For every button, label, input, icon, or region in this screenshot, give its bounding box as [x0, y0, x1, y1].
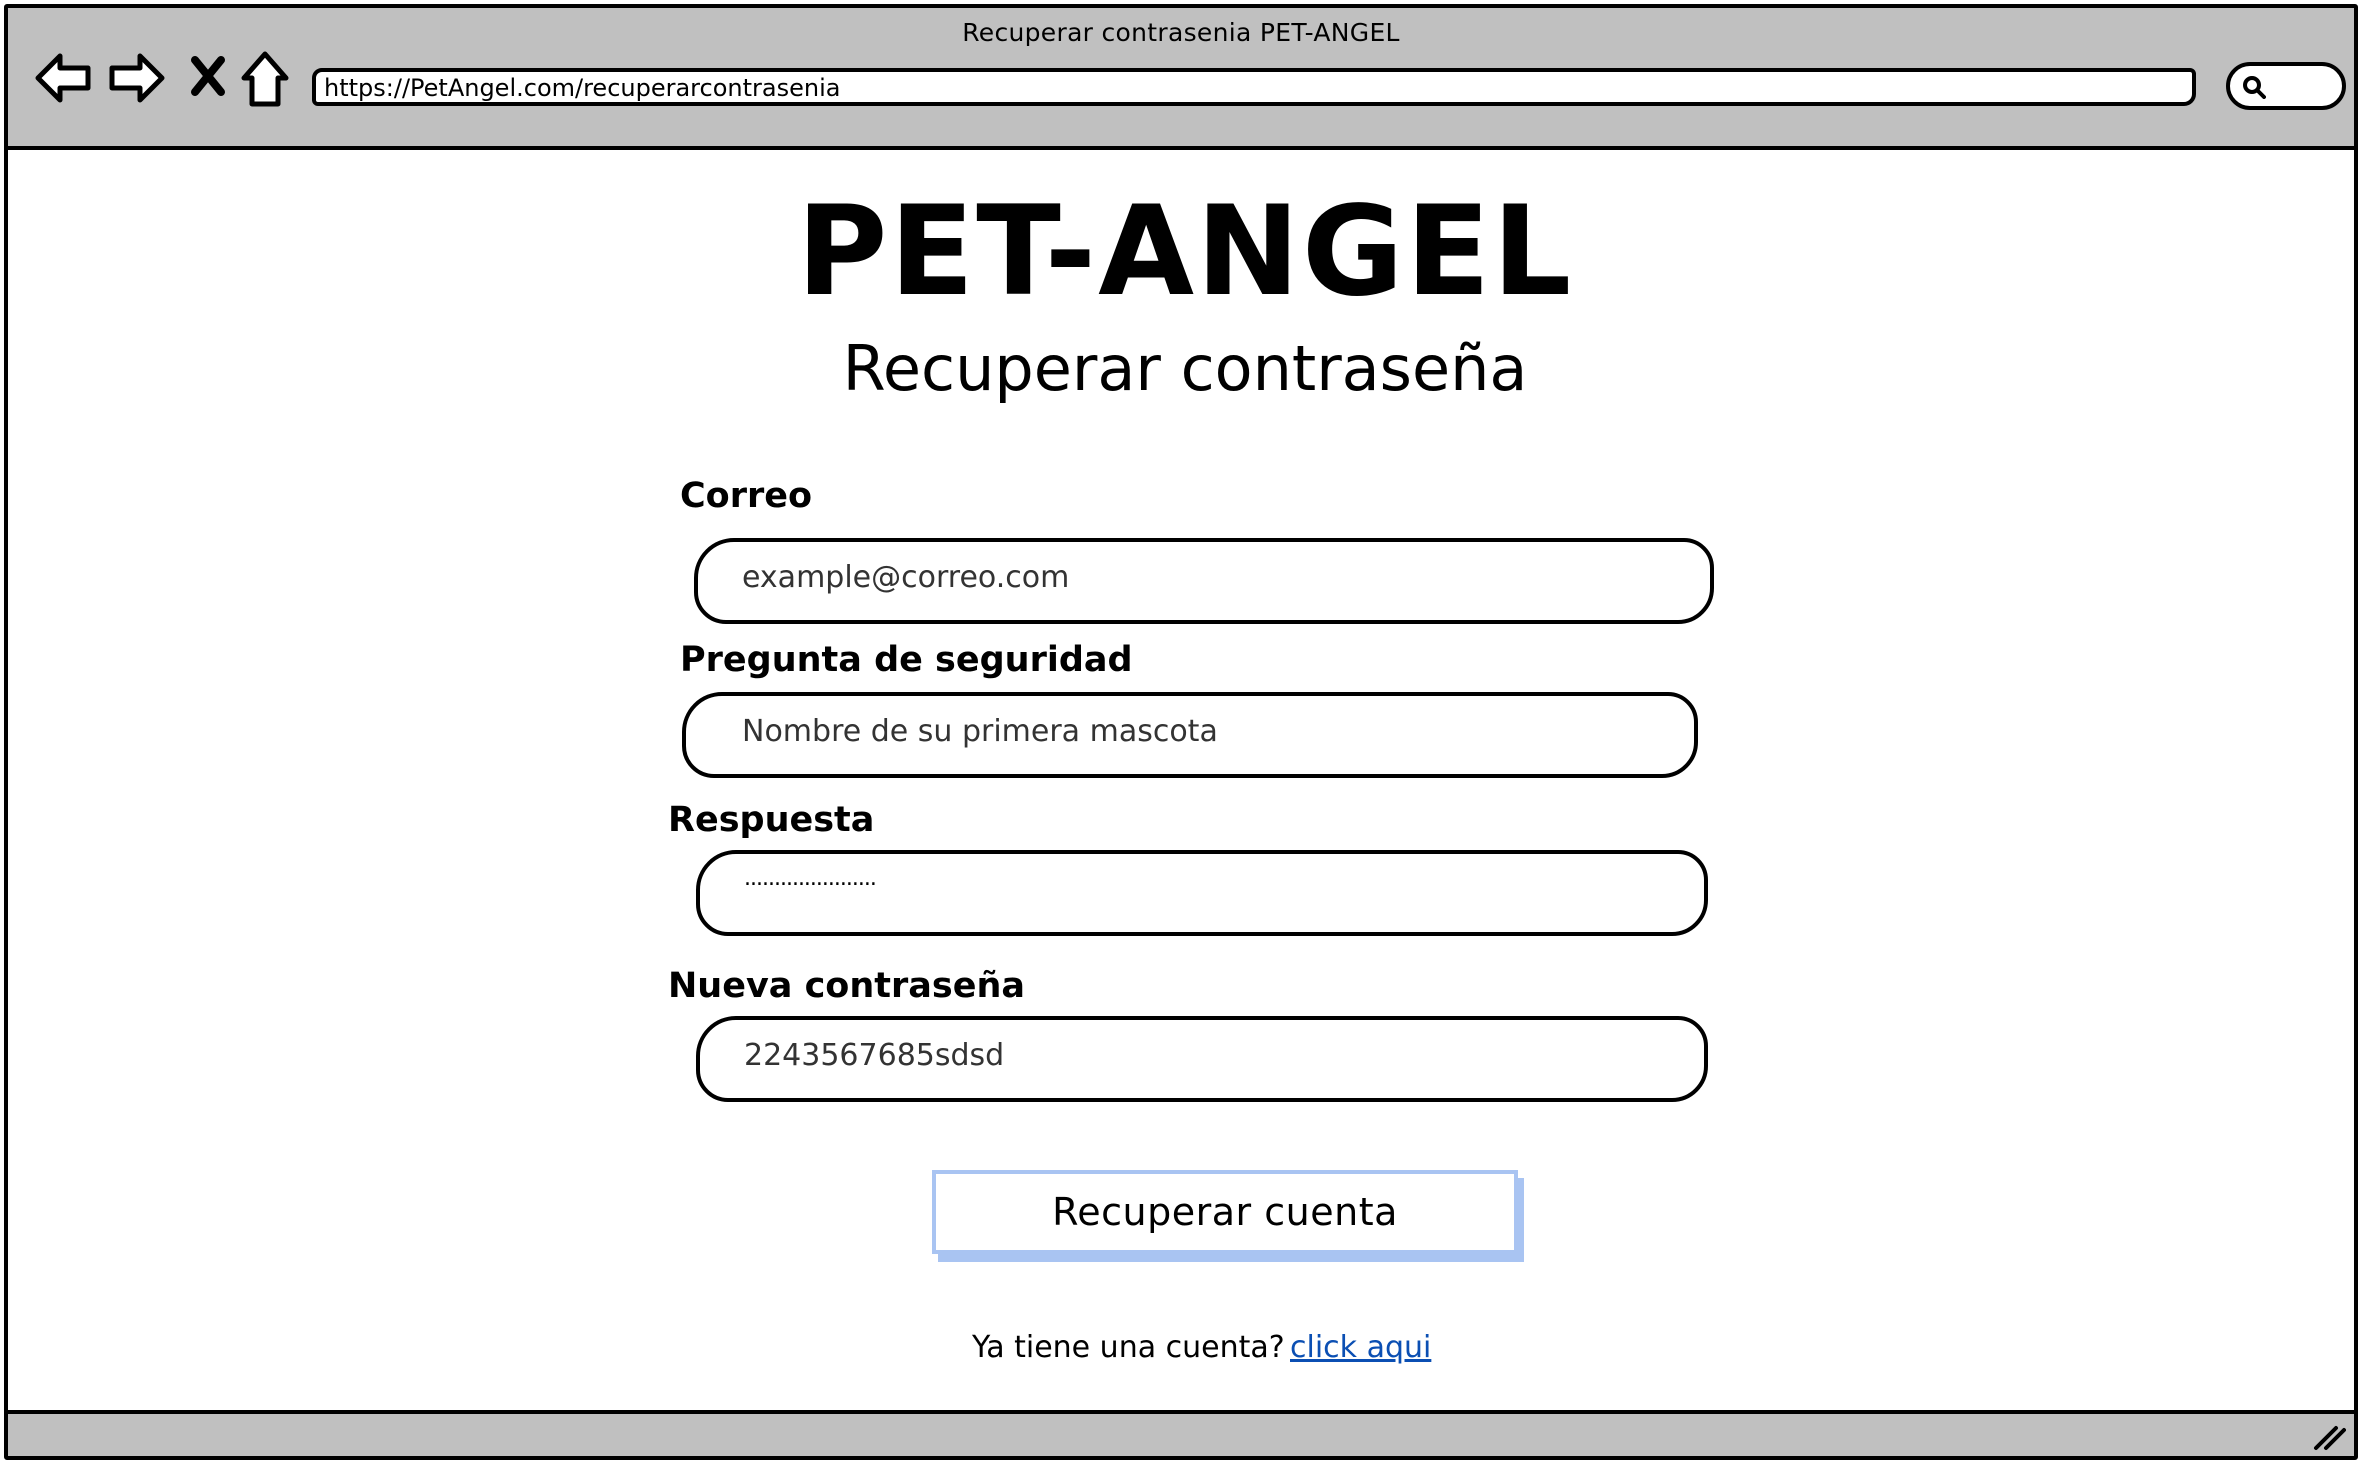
email-placeholder: example@correo.com — [742, 560, 1070, 595]
stop-icon[interactable] — [190, 56, 226, 96]
back-arrow-icon[interactable] — [34, 50, 92, 106]
answer-label: Respuesta — [668, 800, 875, 840]
security-question-label: Pregunta de seguridad — [680, 640, 1133, 680]
answer-value: ...................... — [744, 866, 877, 891]
search-icon — [2243, 76, 2266, 99]
new-password-field[interactable]: 2243567685sdsd — [696, 1016, 1708, 1102]
email-label: Correo — [680, 476, 813, 516]
browser-window: Recuperar contrasenia PET-ANGEL https://… — [4, 4, 2358, 1460]
browser-statusbar — [8, 1410, 2354, 1456]
recover-account-button[interactable]: Recuperar cuenta — [932, 1170, 1518, 1254]
security-question-value: Nombre de su primera mascota — [742, 714, 1218, 749]
login-link[interactable]: click aqui — [1290, 1330, 1431, 1365]
new-password-value: 2243567685sdsd — [744, 1038, 1005, 1073]
home-icon[interactable] — [240, 50, 290, 108]
browser-search-box[interactable] — [2226, 62, 2346, 110]
new-password-label: Nueva contraseña — [668, 966, 1025, 1006]
resize-grip-icon[interactable] — [2312, 1422, 2346, 1452]
login-prompt: Ya tiene una cuenta? — [972, 1330, 1285, 1365]
answer-field[interactable]: ...................... — [696, 850, 1708, 936]
security-question-field[interactable]: Nombre de su primera mascota — [682, 692, 1698, 778]
email-field[interactable]: example@correo.com — [694, 538, 1714, 624]
window-title: Recuperar contrasenia PET-ANGEL — [962, 18, 1400, 47]
page-subtitle: Recuperar contraseña — [842, 332, 1528, 405]
url-text: https://PetAngel.com/recuperarcontraseni… — [324, 74, 841, 102]
logo-title: PET-ANGEL — [796, 180, 1574, 324]
forward-arrow-icon[interactable] — [108, 50, 166, 106]
address-bar[interactable]: https://PetAngel.com/recuperarcontraseni… — [312, 68, 2196, 106]
browser-titlebar: Recuperar contrasenia PET-ANGEL https://… — [8, 8, 2354, 150]
